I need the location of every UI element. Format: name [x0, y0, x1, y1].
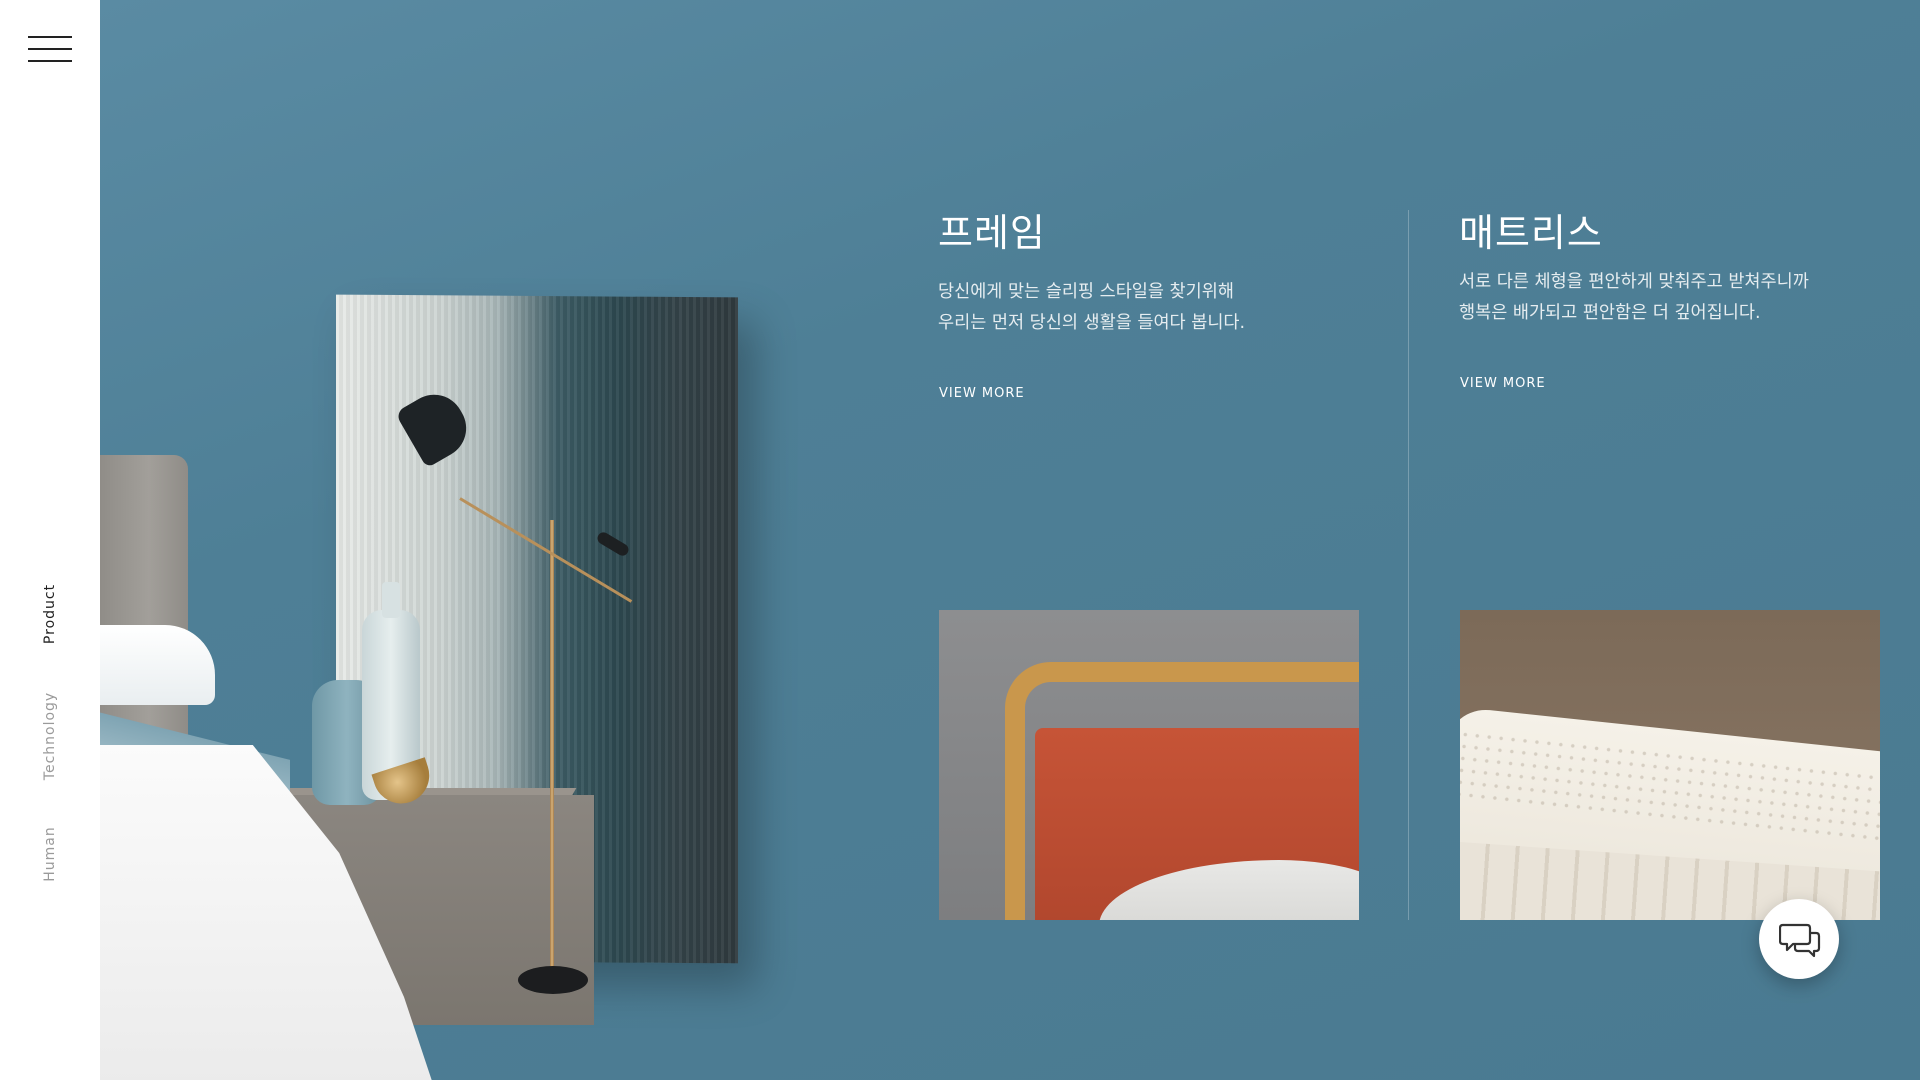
- product-desc-line: 우리는 먼저 당신의 생활을 들여다 봅니다.: [938, 313, 1246, 333]
- mattress-product-image[interactable]: [1460, 610, 1880, 920]
- floor-lamp-base-image: [518, 966, 588, 994]
- product-desc-line: 행복은 배가되고 편안함은 더 깊어집니다.: [1459, 303, 1761, 323]
- chat-button[interactable]: [1759, 899, 1839, 979]
- hamburger-menu-icon[interactable]: [28, 34, 72, 64]
- nav-item-human[interactable]: Human: [42, 826, 58, 882]
- product-frame-description: 당신에게 맞는 슬리핑 스타일을 찾기위해 우리는 먼저 당신의 생활을 들여다…: [938, 277, 1245, 339]
- pillow-image: [100, 625, 215, 705]
- nav-item-technology[interactable]: Technology: [42, 692, 58, 780]
- column-divider: [1408, 210, 1409, 920]
- chat-bubbles-icon: [1779, 923, 1821, 958]
- frame-product-image[interactable]: [939, 610, 1359, 920]
- menu-line: [28, 36, 72, 38]
- mattress-view-more-link[interactable]: VIEW MORE: [1460, 376, 1546, 391]
- floor-lamp-pole-image: [550, 520, 554, 975]
- product-desc-line: 당신에게 맞는 슬리핑 스타일을 찾기위해: [938, 282, 1234, 302]
- sidebar: Product Technology Human: [0, 0, 100, 1080]
- menu-line: [28, 48, 72, 50]
- nav-item-product[interactable]: Product: [42, 584, 58, 644]
- product-desc-line: 서로 다른 체형을 편안하게 맞춰주고 받쳐주니까: [1459, 272, 1809, 292]
- product-title: 매트리스: [1459, 211, 1603, 255]
- product-title: 프레임: [938, 211, 1046, 255]
- product-mattress: 매트리스: [1459, 202, 1603, 257]
- product-frame: 프레임: [938, 202, 1046, 257]
- frame-view-more-link[interactable]: VIEW MORE: [939, 386, 1025, 401]
- menu-line: [28, 60, 72, 62]
- product-mattress-description: 서로 다른 체형을 편안하게 맞춰주고 받쳐주니까 행복은 배가되고 편안함은 …: [1459, 267, 1809, 329]
